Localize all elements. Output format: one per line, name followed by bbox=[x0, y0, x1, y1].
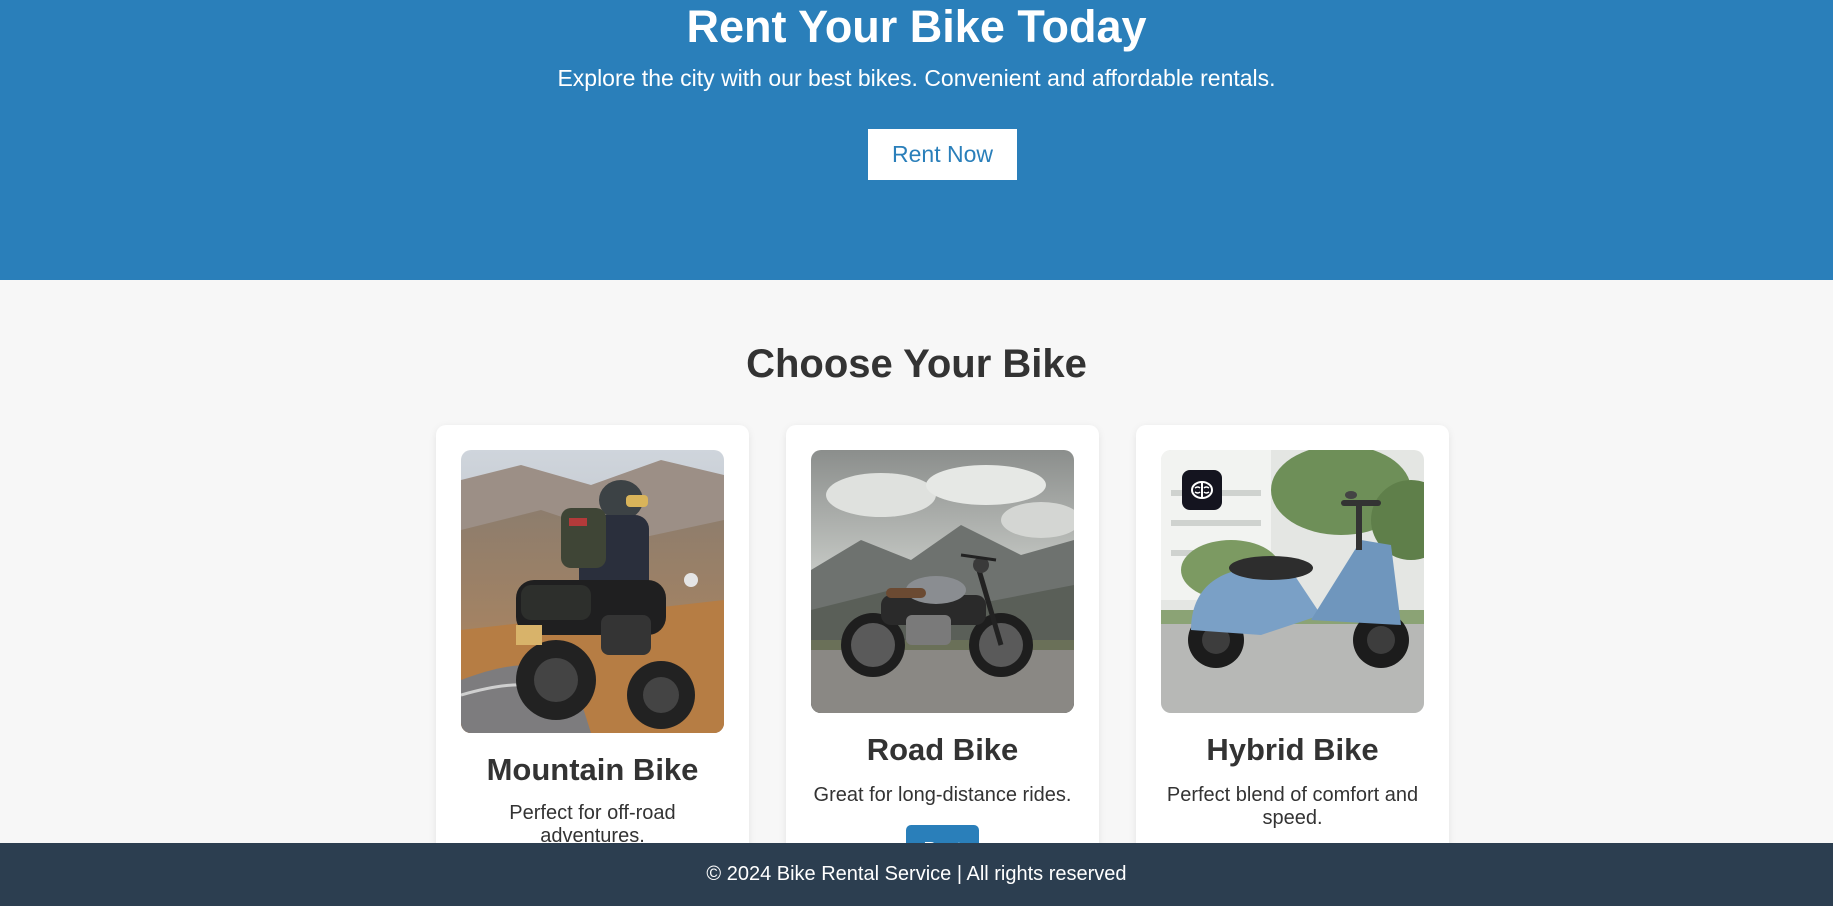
card-title: Mountain Bike bbox=[486, 752, 699, 787]
motorcycle-photo-icon bbox=[811, 450, 1074, 713]
bike-card-road: Road Bike Great for long-distance rides.… bbox=[786, 425, 1099, 905]
footer: © 2024 Bike Rental Service | All rights … bbox=[0, 843, 1833, 906]
brain-icon[interactable] bbox=[1182, 470, 1222, 510]
hero-banner: Rent Your Bike Today Explore the city wi… bbox=[0, 0, 1833, 280]
card-title: Hybrid Bike bbox=[1206, 732, 1379, 767]
hero-title: Rent Your Bike Today bbox=[686, 1, 1147, 52]
card-description: Great for long-distance rides. bbox=[813, 784, 1072, 806]
bike-card-hybrid: Hybrid Bike Perfect blend of comfort and… bbox=[1136, 425, 1449, 905]
hero-subtitle: Explore the city with our best bikes. Co… bbox=[557, 65, 1276, 91]
card-title: Road Bike bbox=[866, 732, 1019, 767]
copyright-text: © 2024 Bike Rental Service | All rights … bbox=[706, 863, 1127, 885]
scooter-photo-icon bbox=[1161, 450, 1424, 713]
card-description: Perfect blend of comfort and speed. bbox=[1166, 784, 1419, 829]
card-description: Perfect for off-road adventures. bbox=[509, 802, 676, 847]
rent-now-button[interactable]: Rent Now bbox=[868, 129, 1017, 180]
bike-card-mountain: Mountain Bike Perfect for off-road adven… bbox=[436, 425, 749, 905]
motorcycle-rider-photo-icon bbox=[461, 450, 724, 733]
section-title: Choose Your Bike bbox=[746, 342, 1087, 386]
